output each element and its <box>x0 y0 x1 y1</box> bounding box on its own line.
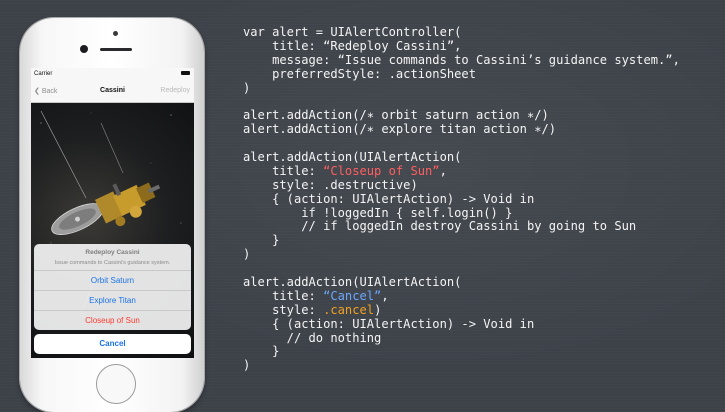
code-line: // if loggedIn destroy Cassini by going … <box>243 219 637 234</box>
code-string-token: .cancel <box>323 302 375 317</box>
code-line: ) <box>243 358 251 373</box>
redeploy-button[interactable]: Redeploy <box>160 87 190 94</box>
front-camera-icon <box>80 45 88 53</box>
code-token: ) <box>374 302 382 317</box>
code-line: } <box>243 233 280 248</box>
code-line: preferredStyle: .actionSheet <box>243 66 476 81</box>
code-token: title: <box>243 163 324 178</box>
code-line: title: “Cancel”, <box>243 288 721 304</box>
code-line: title: “Redeploy Cassini”, <box>243 38 462 53</box>
code-line: ) <box>243 80 251 95</box>
code-string-token: “Cancel” <box>323 288 382 303</box>
action-sheet-title: Redeploy Cassini <box>85 249 140 256</box>
code-line: message: “Issue commands to Cassini’s gu… <box>243 52 680 67</box>
code-line: style: .destructive) <box>243 177 418 192</box>
navigation-bar: ❮ Back Cassini Redeploy <box>31 80 194 103</box>
code-line: alert.addAction(/∗ explore titan action … <box>243 122 557 137</box>
battery-icon <box>181 71 190 75</box>
code-token: , <box>439 163 447 178</box>
earpiece-speaker <box>100 48 132 51</box>
code-line: // do nothing <box>243 330 382 345</box>
code-line: alert.addAction(UIAlertAction( <box>243 275 462 290</box>
code-line: alert.addAction(UIAlertAction( <box>243 150 462 165</box>
action-sheet: Redeploy Cassini Issue commands to Cassi… <box>34 244 191 354</box>
iphone-mockup: Carrier ❮ Back Cassini Redeploy Redeploy… <box>20 18 204 412</box>
code-line: var alert = UIAlertController( <box>243 25 462 39</box>
code-line: ) <box>243 247 251 262</box>
status-bar: Carrier <box>31 68 194 80</box>
home-button[interactable] <box>96 364 136 404</box>
explore-titan-button[interactable]: Explore Titan <box>34 291 191 311</box>
orbit-saturn-button[interactable]: Orbit Saturn <box>34 271 191 291</box>
proximity-sensor-dot <box>113 31 118 36</box>
cancel-button[interactable]: Cancel <box>34 334 191 354</box>
code-line: title: “Closeup of Sun”, <box>243 163 721 179</box>
code-string-token: “Closeup of Sun” <box>323 163 440 178</box>
code-listing: var alert = UIAlertController( title: “R… <box>243 25 721 373</box>
code-line: { (action: UIAlertAction) -> Void in <box>243 191 535 206</box>
action-sheet-group: Redeploy Cassini Issue commands to Cassi… <box>34 244 191 330</box>
phone-screen: Carrier ❮ Back Cassini Redeploy Redeploy… <box>31 68 194 358</box>
action-sheet-message: Issue commands to Cassini’s guidance sys… <box>54 260 171 266</box>
code-line: style: .cancel) <box>243 302 721 318</box>
code-line: alert.addAction(/∗ orbit saturn action ∗… <box>243 108 549 123</box>
code-token: style: <box>243 302 324 317</box>
closeup-of-sun-button[interactable]: Closeup of Sun <box>34 311 191 330</box>
code-token: title: <box>243 288 324 303</box>
code-line: if !loggedIn { self.login() } <box>243 205 513 220</box>
code-token: , <box>381 288 389 303</box>
carrier-label: Carrier <box>34 71 53 77</box>
code-line: { (action: UIAlertAction) -> Void in <box>243 316 535 331</box>
code-line: } <box>243 344 280 359</box>
action-sheet-header: Redeploy Cassini Issue commands to Cassi… <box>34 244 191 271</box>
